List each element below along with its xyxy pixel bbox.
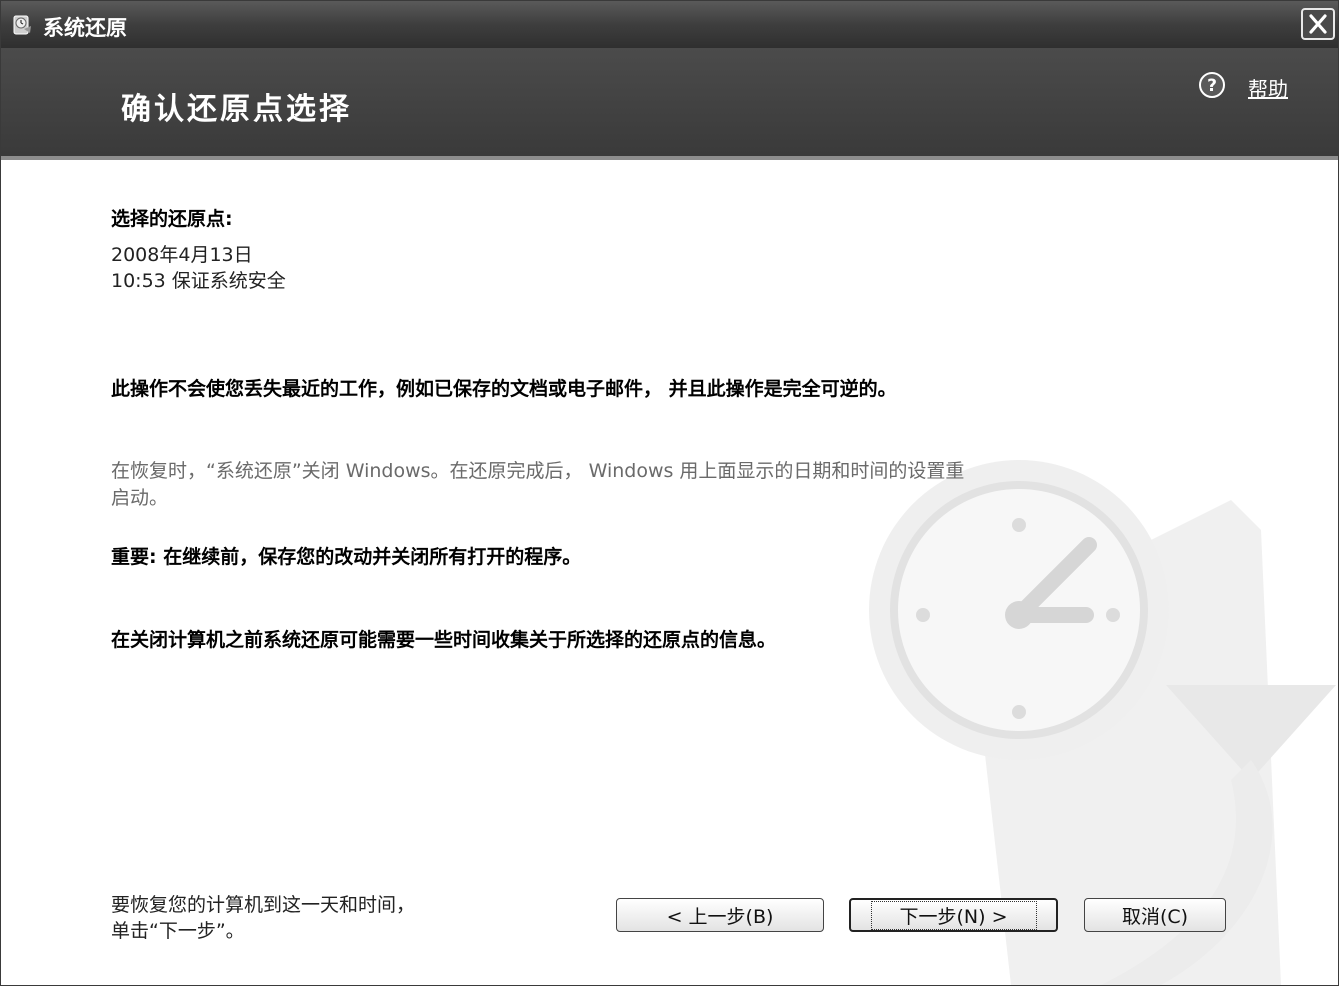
collecting-info-notice: 在关闭计算机之前系统还原可能需要一些时间收集关于所选择的还原点的信息。 [111,629,777,651]
window-title: 系统还原 [43,16,127,40]
footer-instruction-line2: 单击“下一步”。 [111,920,245,942]
footer-instruction-line1: 要恢复您的计算机到这一天和时间， [111,894,416,916]
close-button[interactable] [1301,8,1335,40]
important-warning: 重要: 在继续前，保存您的改动并关闭所有打开的程序。 [111,546,582,568]
safety-notice: 此操作不会使您丢失最近的工作，例如已保存的文档或电子邮件， 并且此操作是完全可逆… [111,378,897,400]
close-icon [1309,14,1327,34]
back-button[interactable]: < 上一步(B) [616,898,824,932]
restore-point-label: 选择的还原点: [111,208,233,230]
restore-point-date: 2008年4月13日 [111,244,253,266]
wizard-content: 选择的还原点: 2008年4月13日 10:53 保证系统安全 此操作不会使您丢… [1,160,1338,985]
cancel-button[interactable]: 取消(C) [1084,898,1226,932]
restart-info-line1: 在恢复时，“系统还原”关闭 Windows。在还原完成后， Windows 用上… [111,460,965,482]
next-button[interactable]: 下一步(N) > [849,898,1058,932]
help-icon[interactable]: ? [1198,71,1226,99]
svg-text:?: ? [1207,76,1217,96]
restore-point-description: 10:53 保证系统安全 [111,270,286,292]
title-bar[interactable]: 系统还原 [1,1,1338,48]
system-restore-window: 系统还原 确认还原点选择 ? 帮助 选择的还原点: 2008年4月13日 10:… [0,0,1339,986]
system-restore-app-icon [13,15,31,35]
next-button-label: 下一步(N) > [870,900,1037,930]
restart-info-line2: 启动。 [111,487,169,509]
wizard-header: 确认还原点选择 ? 帮助 [1,48,1338,160]
help-link[interactable]: 帮助 [1248,73,1288,102]
page-title: 确认还原点选择 [121,92,352,127]
